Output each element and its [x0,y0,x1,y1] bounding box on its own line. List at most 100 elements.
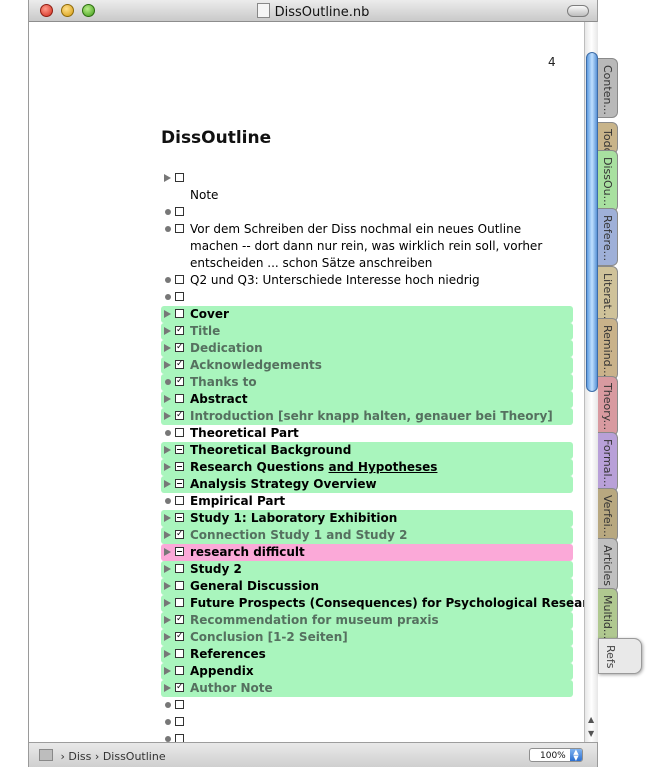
notebook-content[interactable]: 4 DissOutline Note Vor dem Schreiben der … [29,22,584,742]
outline-cell[interactable]: Cover [161,306,573,323]
outline-cell[interactable]: Future Prospects (Consequences) for Psyc… [161,595,584,612]
partial-checkbox[interactable] [175,547,184,556]
expand-triangle-icon[interactable] [164,361,171,369]
notebook-tab[interactable]: Articles [598,538,618,592]
outline-cell[interactable]: ✓ Title [161,323,573,340]
outline-cell[interactable]: Study 1: Laboratory Exhibition [161,510,573,527]
partial-checkbox[interactable] [175,462,184,471]
checked-checkbox[interactable]: ✓ [175,360,184,369]
checkbox[interactable] [175,734,184,742]
expand-triangle-icon[interactable] [164,599,171,607]
breadcrumb-item-diss[interactable]: Diss [68,750,91,763]
outline-cell[interactable] [161,170,573,187]
expand-triangle-icon[interactable] [164,616,171,624]
vertical-scrollbar[interactable]: ▲ ▼ [584,22,598,742]
checked-checkbox[interactable]: ✓ [175,343,184,352]
checkbox[interactable] [175,207,184,216]
checkbox[interactable] [175,649,184,658]
notebook-tab[interactable]: Multid... [598,588,618,642]
outline-cell[interactable]: Note [161,187,573,204]
outline-cell[interactable]: References [161,646,573,663]
outline-cell[interactable]: Vor dem Schreiben der Diss nochmal ein n… [161,221,573,272]
outline-cell[interactable]: research difficult [161,544,573,561]
checkbox[interactable] [175,666,184,675]
checkbox[interactable] [175,598,184,607]
checkbox[interactable] [175,496,184,505]
outline-cell[interactable] [161,289,573,306]
checked-checkbox[interactable]: ✓ [175,411,184,420]
outline-cell[interactable] [161,714,573,731]
expand-triangle-icon[interactable] [164,633,171,641]
partial-checkbox[interactable] [175,513,184,522]
notebook-stack-icon[interactable] [39,749,53,761]
scroll-up-arrow-icon[interactable]: ▲ [588,715,594,724]
outline-cell-link[interactable]: and Hypotheses [329,460,438,474]
scrollbar-thumb[interactable] [586,52,598,392]
title-bar[interactable]: DissOutline.nb [29,0,597,22]
outline-cell[interactable] [161,731,573,742]
expand-triangle-icon[interactable] [164,480,171,488]
outline-cell[interactable]: ✓ Recommendation for museum praxis [161,612,573,629]
checkbox[interactable] [175,309,184,318]
checkbox[interactable] [175,428,184,437]
checked-checkbox[interactable]: ✓ [175,377,184,386]
checkbox[interactable] [175,700,184,709]
checkbox[interactable] [175,564,184,573]
expand-triangle-icon[interactable] [164,310,171,318]
notebook-tab[interactable]: Refs [598,638,642,674]
checked-checkbox[interactable]: ✓ [175,615,184,624]
expand-triangle-icon[interactable] [164,531,171,539]
expand-triangle-icon[interactable] [164,395,171,403]
expand-triangle-icon[interactable] [164,327,171,335]
checked-checkbox[interactable]: ✓ [175,683,184,692]
expand-triangle-icon[interactable] [164,582,171,590]
checkbox[interactable] [175,173,184,182]
outline-cell[interactable]: Q2 und Q3: Unterschiede Interesse hoch n… [161,272,573,289]
expand-triangle-icon[interactable] [164,548,171,556]
expand-triangle-icon[interactable] [164,565,171,573]
notebook-tab[interactable]: Formal... [598,432,618,492]
expand-triangle-icon[interactable] [164,650,171,658]
outline-cell[interactable]: ✓ Acknowledgements [161,357,573,374]
checkbox[interactable] [175,717,184,726]
notebook-tab[interactable]: Conten... [598,58,618,118]
outline-cell[interactable]: Empirical Part [161,493,573,510]
outline-cell[interactable]: ✓ Conclusion [1-2 Seiten] [161,629,573,646]
toolbar-toggle-button[interactable] [567,5,589,17]
notebook-tab[interactable]: Literat... [598,266,618,322]
checkbox[interactable] [175,275,184,284]
outline-cell[interactable]: ✓ Dedication [161,340,573,357]
notebook-tab[interactable]: Verfei... [598,488,618,542]
checkbox[interactable] [175,581,184,590]
scroll-down-arrow-icon[interactable]: ▼ [588,729,594,738]
notebook-tab[interactable]: Remind... [598,318,618,380]
outline-cell[interactable] [161,204,573,221]
expand-triangle-icon[interactable] [164,514,171,522]
outline-cell[interactable]: ✓ Connection Study 1 and Study 2 [161,527,573,544]
outline-cell[interactable]: Study 2 [161,561,573,578]
checkbox[interactable] [175,394,184,403]
expand-triangle-icon[interactable] [164,344,171,352]
outline-cell[interactable]: Appendix [161,663,573,680]
expand-triangle-icon[interactable] [164,684,171,692]
outline-cell[interactable] [161,697,573,714]
outline-cell[interactable]: ✓ Introduction [sehr knapp halten, genaue… [161,408,573,425]
partial-checkbox[interactable] [175,479,184,488]
outline-cell[interactable]: Theoretical Part [161,425,573,442]
notebook-tab[interactable]: Refere... [598,208,618,266]
checked-checkbox[interactable]: ✓ [175,530,184,539]
breadcrumb-item-dissoutline[interactable]: DissOutline [103,750,166,763]
outline-cell[interactable]: ✓ Author Note [161,680,573,697]
zoom-select[interactable]: 100% ▲ ▼ [529,748,583,762]
outline-cell[interactable]: Research Questions and Hypotheses [161,459,573,476]
expand-triangle-icon[interactable] [164,412,171,420]
outline-cell[interactable]: Abstract [161,391,573,408]
expand-triangle-icon[interactable] [164,463,171,471]
notebook-tab[interactable]: DissOu... [598,150,618,212]
checked-checkbox[interactable]: ✓ [175,632,184,641]
notebook-tab[interactable]: Theory... [598,376,618,436]
checked-checkbox[interactable]: ✓ [175,326,184,335]
expand-triangle-icon[interactable] [164,667,171,675]
expand-triangle-icon[interactable] [164,446,171,454]
partial-checkbox[interactable] [175,445,184,454]
